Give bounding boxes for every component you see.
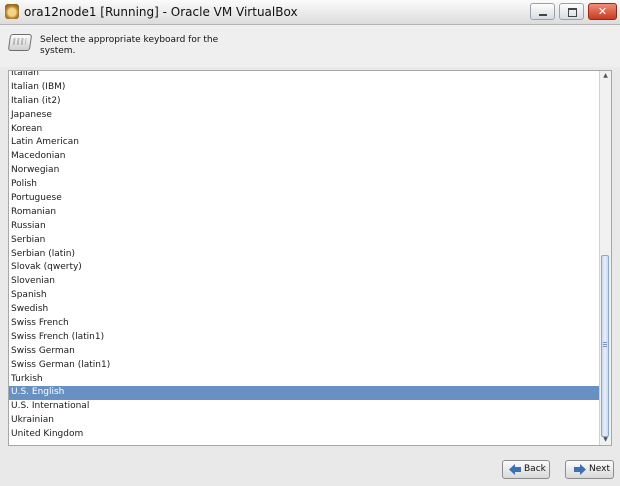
list-item[interactable]: Spanish: [9, 289, 599, 303]
list-item[interactable]: Slovak (qwerty): [9, 261, 599, 275]
list-item[interactable]: Italian (it2): [9, 95, 599, 109]
scroll-up-arrow-icon[interactable]: ▲: [600, 71, 611, 81]
scroll-down-arrow-icon[interactable]: ▼: [600, 435, 611, 445]
next-button-label: Next: [589, 464, 610, 474]
next-button[interactable]: Next: [565, 460, 614, 479]
list-item[interactable]: U.S. International: [9, 400, 599, 414]
minimize-button[interactable]: [530, 3, 555, 20]
list-item[interactable]: Serbian: [9, 234, 599, 248]
maximize-icon: [568, 8, 577, 17]
installer-header: Select the appropriate keyboard for the …: [0, 25, 620, 67]
list-item[interactable]: U.S. English: [9, 386, 599, 401]
keyboard-icon: [7, 34, 33, 51]
minimize-icon: [539, 14, 547, 16]
back-button[interactable]: Back: [502, 460, 550, 479]
list-item[interactable]: Italian (IBM): [9, 81, 599, 95]
list-item[interactable]: Swiss German (latin1): [9, 359, 599, 373]
list-item[interactable]: Italian: [9, 71, 599, 81]
list-item[interactable]: Swiss French: [9, 317, 599, 331]
list-scrollbar[interactable]: ▲ ▼: [599, 71, 611, 445]
list-item[interactable]: Slovenian: [9, 275, 599, 289]
list-item[interactable]: Latin American: [9, 136, 599, 150]
window-titlebar[interactable]: ora12node1 [Running] - Oracle VM Virtual…: [0, 0, 620, 25]
list-item[interactable]: Turkish: [9, 373, 599, 387]
list-item[interactable]: Macedonian: [9, 150, 599, 164]
close-button[interactable]: ✕: [588, 3, 617, 20]
arrow-left-icon: [509, 464, 521, 475]
close-icon: ✕: [597, 5, 608, 18]
list-item[interactable]: Swedish: [9, 303, 599, 317]
list-item[interactable]: Serbian (latin): [9, 248, 599, 262]
scrollbar-thumb[interactable]: [601, 255, 609, 437]
list-item[interactable]: Norwegian: [9, 164, 599, 178]
list-item[interactable]: Korean: [9, 123, 599, 137]
list-item[interactable]: Japanese: [9, 109, 599, 123]
list-item[interactable]: Russian: [9, 220, 599, 234]
list-item[interactable]: United Kingdom: [9, 428, 599, 442]
maximize-button[interactable]: [559, 3, 584, 20]
list-item[interactable]: Portuguese: [9, 192, 599, 206]
keyboard-list[interactable]: Italian Italian (IBM) Italian (it2) Japanes…: [8, 70, 612, 446]
list-item[interactable]: Romanian: [9, 206, 599, 220]
list-item[interactable]: Polish: [9, 178, 599, 192]
back-button-label: Back: [524, 464, 546, 474]
virtualbox-app-icon: [5, 4, 19, 19]
list-item[interactable]: Swiss French (latin1): [9, 331, 599, 345]
scrollbar-grip-icon: [603, 342, 607, 348]
instruction-text: Select the appropriate keyboard for the …: [40, 35, 219, 56]
list-item[interactable]: Swiss German: [9, 345, 599, 359]
window-title: ora12node1 [Running] - Oracle VM Virtual…: [24, 5, 298, 19]
list-item[interactable]: Ukrainian: [9, 414, 599, 428]
arrow-right-icon: [574, 464, 586, 475]
keyboard-list-items: Italian Italian (IBM) Italian (it2) Japanes…: [9, 71, 599, 442]
